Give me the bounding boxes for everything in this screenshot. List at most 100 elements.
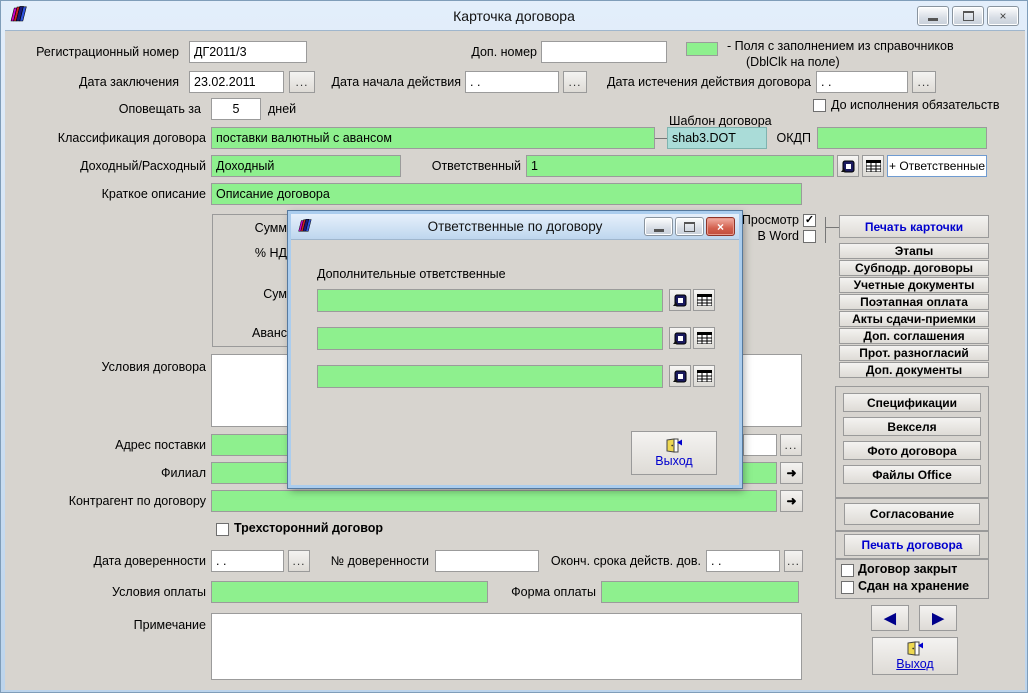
counterparty-field[interactable] bbox=[211, 490, 777, 512]
short-description-label: Краткое описание bbox=[101, 187, 206, 201]
print-card-button[interactable]: Печать карточки bbox=[839, 215, 989, 238]
title-bar: Карточка договора × bbox=[1, 1, 1027, 30]
dialog-exit-button[interactable]: Выход bbox=[631, 431, 717, 475]
dialog-minimize-button[interactable] bbox=[644, 217, 673, 236]
add-responsibles-button[interactable]: + Ответственные bbox=[887, 155, 987, 177]
template-label: Шаблон договора bbox=[669, 114, 772, 128]
disagreement-protocols-button[interactable]: Прот. разногласий bbox=[839, 345, 989, 361]
specifications-button[interactable]: Спецификации bbox=[843, 393, 981, 412]
counterparty-label: Контрагент по договору bbox=[68, 494, 206, 508]
reg-number-label: Регистрационный номер bbox=[36, 45, 179, 59]
responsible-field[interactable]: 1 bbox=[526, 155, 834, 177]
poa-end-label: Оконч. срока действ. дов. bbox=[550, 554, 701, 568]
okdp-field[interactable] bbox=[817, 127, 987, 149]
delivery-address-picker-button[interactable]: ... bbox=[780, 434, 802, 456]
dialog-exit-label: Выход bbox=[655, 454, 693, 468]
maximize-icon bbox=[962, 11, 974, 21]
addendums-button[interactable]: Доп. соглашения bbox=[839, 328, 989, 344]
dialog-maximize-button[interactable] bbox=[675, 217, 704, 236]
additional-responsible-field-2[interactable] bbox=[317, 327, 663, 350]
stored-checkbox[interactable] bbox=[841, 581, 854, 594]
word-checkbox[interactable] bbox=[803, 230, 816, 243]
contract-closed-checkbox[interactable] bbox=[841, 564, 854, 577]
branch-label: Филиал bbox=[160, 466, 206, 480]
responsible3-table-button[interactable] bbox=[693, 365, 715, 387]
additional-responsible-field-1[interactable] bbox=[317, 289, 663, 312]
close-icon: × bbox=[716, 219, 724, 234]
reg-number-field[interactable]: ДГ2011/3 bbox=[189, 41, 307, 63]
dop-number-label: Доп. номер bbox=[471, 45, 537, 59]
classification-field[interactable]: поставки валютный с авансом bbox=[211, 127, 655, 149]
office-files-button[interactable]: Файлы Office bbox=[843, 465, 981, 484]
responsible1-directory-button[interactable] bbox=[669, 289, 691, 311]
accounting-docs-button[interactable]: Учетные документы bbox=[839, 277, 989, 293]
legend-text-1: - Поля с заполнением из справочников bbox=[727, 39, 954, 53]
income-expense-field[interactable]: Доходный bbox=[211, 155, 401, 177]
maximize-button[interactable] bbox=[952, 6, 984, 26]
stages-button[interactable]: Этапы bbox=[839, 243, 989, 259]
poa-end-picker-button[interactable]: ... bbox=[784, 550, 803, 572]
template-field[interactable]: shab3.DOT bbox=[667, 127, 767, 149]
print-contract-button[interactable]: Печать договора bbox=[844, 534, 980, 556]
dop-number-field[interactable] bbox=[541, 41, 667, 63]
window-title: Карточка договора bbox=[453, 7, 575, 24]
notify-suffix-label: дней bbox=[268, 102, 297, 116]
until-fulfillment-checkbox[interactable] bbox=[813, 99, 826, 112]
next-record-button[interactable]: ▶ bbox=[919, 605, 957, 631]
table-icon bbox=[696, 294, 712, 306]
poa-date-picker-button[interactable]: ... bbox=[288, 550, 310, 572]
expiry-date-picker-button[interactable]: ... bbox=[912, 71, 936, 93]
dialog-close-button[interactable]: × bbox=[706, 217, 735, 236]
short-description-field[interactable]: Описание договора bbox=[211, 183, 802, 205]
responsible2-table-button[interactable] bbox=[693, 327, 715, 349]
responsibles-dialog: Ответственные по договору × Дополнительн… bbox=[287, 210, 743, 489]
responsible1-table-button[interactable] bbox=[693, 289, 715, 311]
exit-button[interactable]: Выход bbox=[872, 637, 958, 675]
additional-docs-button[interactable]: Доп. документы bbox=[839, 362, 989, 378]
delivery-address-label: Адрес поставки bbox=[115, 438, 206, 452]
payment-terms-label: Условия оплаты bbox=[111, 585, 206, 599]
start-date-picker-button[interactable]: ... bbox=[563, 71, 587, 93]
minimize-button[interactable] bbox=[917, 6, 949, 26]
poa-end-field[interactable]: . . bbox=[706, 550, 780, 572]
directory-icon bbox=[673, 294, 687, 306]
poa-date-field[interactable]: . . bbox=[211, 550, 284, 572]
bills-button[interactable]: Векселя bbox=[843, 417, 981, 436]
branch-open-button[interactable]: ➜ bbox=[780, 462, 803, 484]
acceptance-acts-button[interactable]: Акты сдачи-приемки bbox=[839, 311, 989, 327]
additional-responsible-field-3[interactable] bbox=[317, 365, 663, 388]
notify-label: Оповещать за bbox=[118, 102, 201, 116]
legend-swatch bbox=[686, 42, 718, 56]
responsible-directory-button[interactable] bbox=[837, 155, 859, 177]
preview-checkbox[interactable]: ✓ bbox=[803, 214, 816, 227]
staged-payment-button[interactable]: Поэтапная оплата bbox=[839, 294, 989, 310]
prev-record-button[interactable]: ◀ bbox=[871, 605, 909, 631]
note-textarea[interactable] bbox=[211, 613, 802, 680]
trilateral-checkbox[interactable] bbox=[216, 523, 229, 536]
payment-terms-field[interactable] bbox=[211, 581, 488, 603]
payment-form-field[interactable] bbox=[601, 581, 799, 603]
income-expense-label: Доходный/Расходный bbox=[80, 159, 206, 173]
directory-icon bbox=[841, 160, 855, 172]
conclusion-date-field[interactable]: 23.02.2011 bbox=[189, 71, 284, 93]
close-button[interactable]: × bbox=[987, 6, 1019, 26]
subcontracts-button[interactable]: Субподр. договоры bbox=[839, 260, 989, 276]
poa-date-label: Дата доверенности bbox=[93, 554, 206, 568]
minimize-icon bbox=[928, 18, 938, 21]
responsible2-directory-button[interactable] bbox=[669, 327, 691, 349]
poa-number-field[interactable] bbox=[435, 550, 539, 572]
counterparty-open-button[interactable]: ➜ bbox=[780, 490, 803, 512]
notify-days-field[interactable]: 5 bbox=[211, 98, 261, 120]
contract-photo-button[interactable]: Фото договора bbox=[843, 441, 981, 460]
delivery-address-extra-field[interactable] bbox=[743, 434, 777, 456]
start-date-field[interactable]: . . bbox=[465, 71, 559, 93]
payment-form-label: Форма оплаты bbox=[511, 585, 596, 599]
bracket-line-h bbox=[826, 227, 839, 228]
note-label: Примечание bbox=[133, 618, 206, 632]
responsible-table-button[interactable] bbox=[862, 155, 884, 177]
approval-button[interactable]: Согласование bbox=[844, 503, 980, 525]
responsible3-directory-button[interactable] bbox=[669, 365, 691, 387]
close-icon: × bbox=[999, 9, 1007, 23]
expiry-date-field[interactable]: . . bbox=[816, 71, 908, 93]
expiry-date-label: Дата истечения действия договора bbox=[606, 75, 811, 89]
